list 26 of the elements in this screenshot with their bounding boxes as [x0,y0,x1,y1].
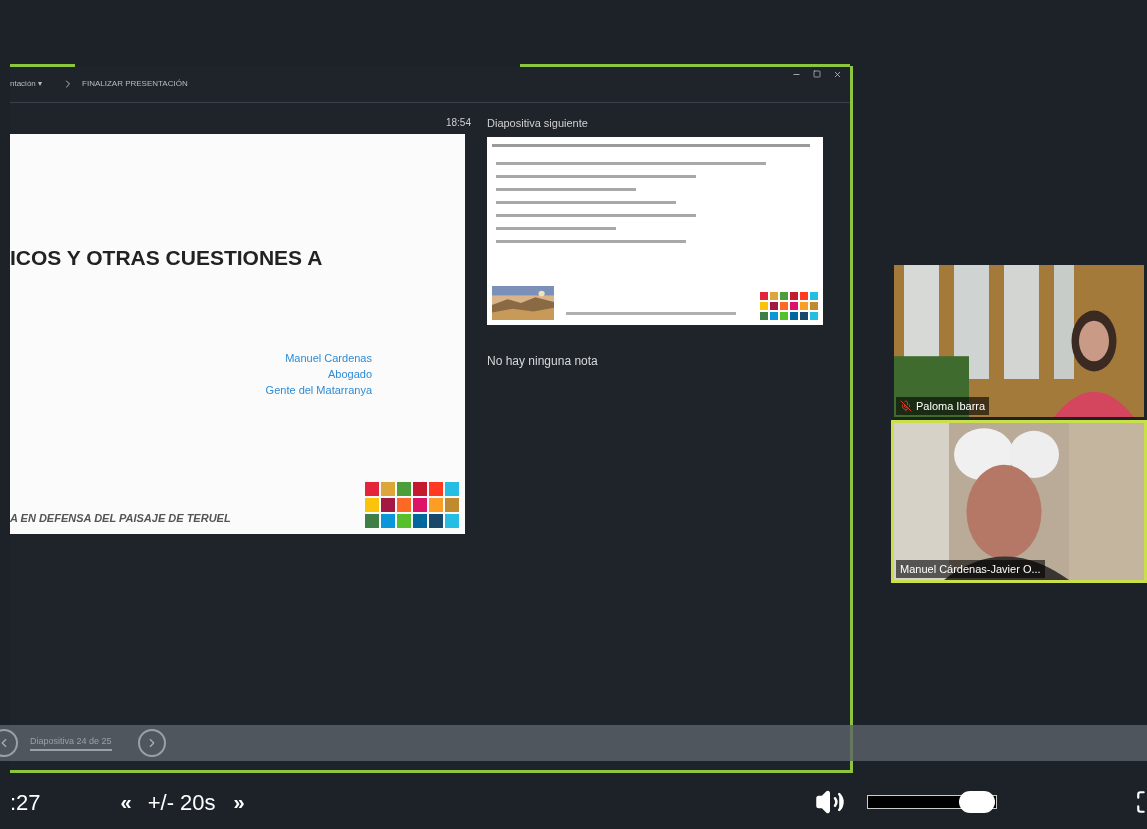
maximize-icon[interactable] [813,69,821,78]
video-tile[interactable]: Paloma Ibarra [891,262,1147,420]
participant-name: Paloma Ibarra [916,398,986,414]
forward-button[interactable]: » [233,787,245,817]
volume-slider[interactable] [866,791,997,813]
video-tile[interactable]: Manuel Cárdenas-Javier O... [891,420,1147,583]
slide-title: ICOS Y OTRAS CUESTIONES A [10,245,324,271]
toolbar-menu[interactable]: ntación ▾ [10,78,43,90]
slide-footer: A EN DEFENSA DEL PAISAJE DE TERUEL [10,509,231,526]
notes-text: No hay ninguna nota [487,352,599,370]
slide-text: Manuel Cardenas [285,350,372,366]
rewind-button[interactable]: « [120,787,132,817]
playback-time: :27 [10,788,41,817]
next-slide-label: Diapositiva siguiente [487,116,589,131]
slide-counter: Diapositiva 24 de 25 [30,735,112,751]
goals-logo-drawing [760,291,818,320]
timer: 18:54 [445,116,471,130]
slide-text: Gente del Matarranya [265,382,372,398]
toolbar-button[interactable]: FINALIZAR PRESENTACIÓN [82,78,188,90]
skip-label: +/- 20s [147,788,216,817]
volume-thumb[interactable] [959,791,996,813]
slide-text: Abogado [327,366,372,382]
close-icon[interactable] [833,69,842,79]
next-slide-thumbnail[interactable] [487,136,823,325]
participant-name: Manuel Cárdenas-Javier O... [900,561,1041,577]
next-slide-button[interactable] [137,729,166,757]
